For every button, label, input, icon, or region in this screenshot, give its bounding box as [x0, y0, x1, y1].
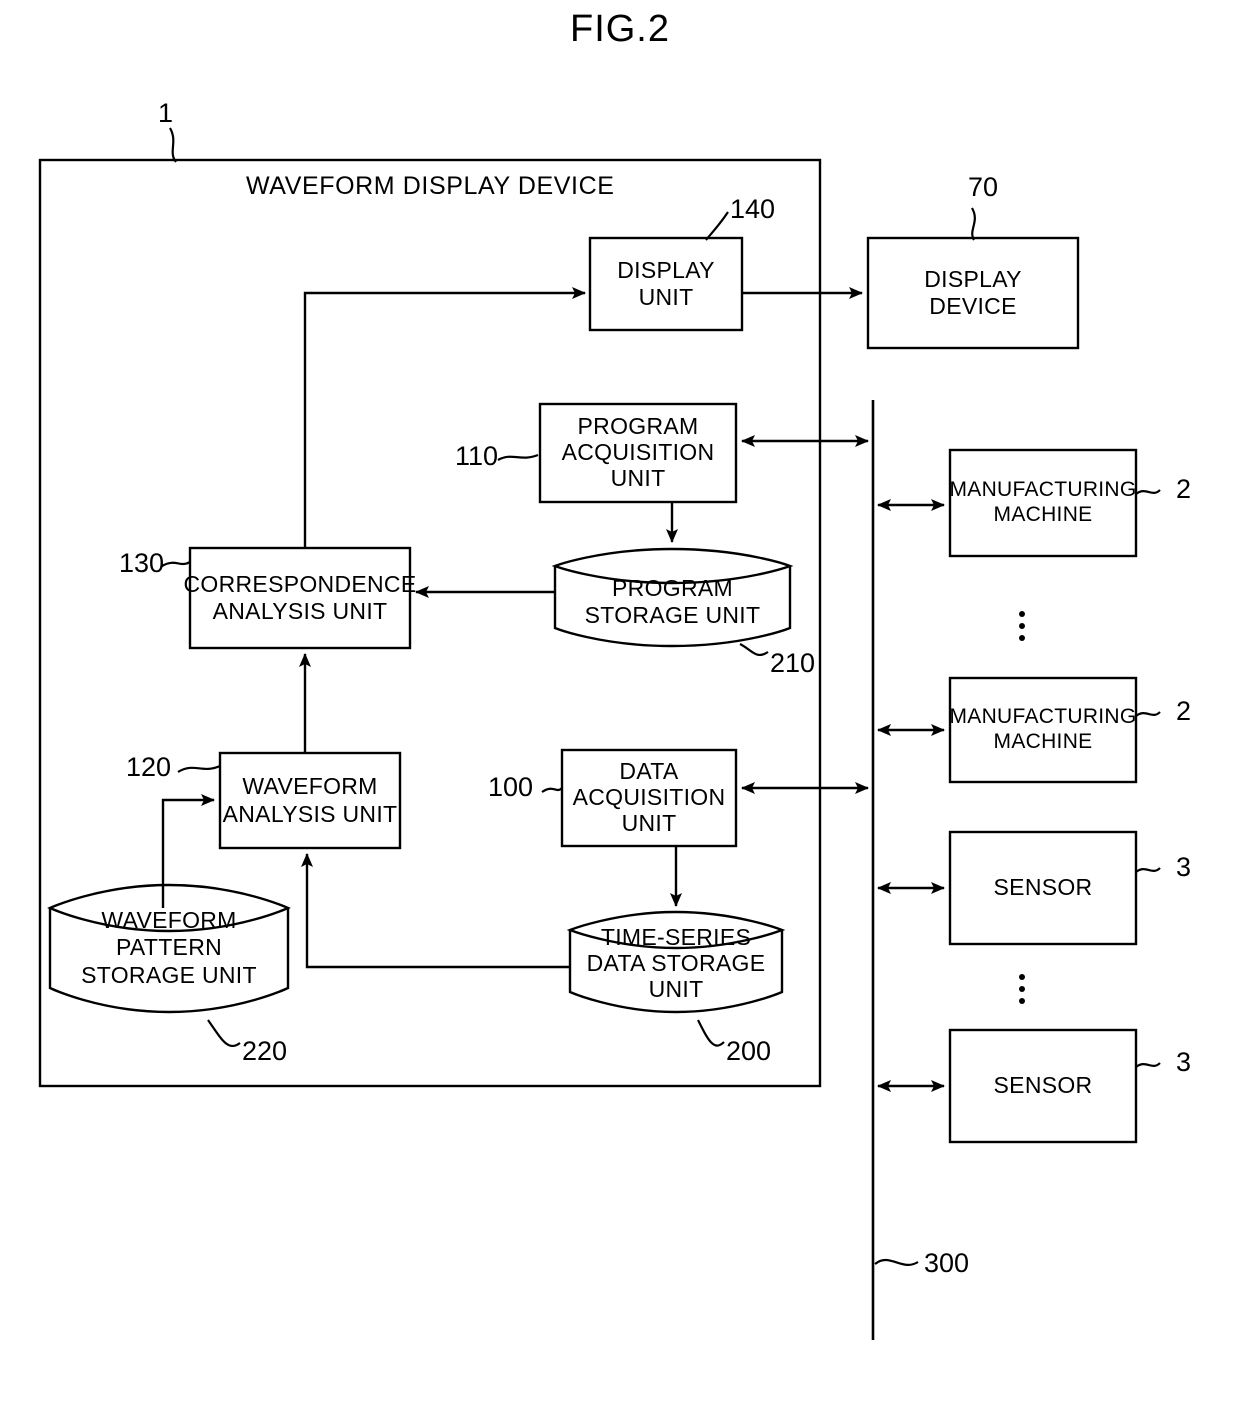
ref-70: 70: [968, 172, 999, 202]
leader-200: [697, 1019, 725, 1047]
sensor-2-label: SENSOR: [993, 1072, 1093, 1099]
display-unit-label: DISPLAY UNIT: [617, 256, 715, 310]
leader-70: [971, 207, 976, 241]
ref-300: 300: [924, 1248, 970, 1278]
time-series-data-storage-unit-label: TIME-SERIES DATA STORAGE UNIT: [586, 924, 766, 1002]
waveform-display-device-title: WAVEFORM DISPLAY DEVICE: [246, 172, 615, 200]
manufacturing-machine-ellipsis: [1019, 605, 1025, 647]
leader-1: [169, 127, 177, 163]
ref-110: 110: [455, 441, 499, 471]
ref-220: 220: [242, 1036, 288, 1066]
manufacturing-machine-2-label: MANUFACTURING MACHINE: [949, 705, 1137, 753]
leader-120: [177, 764, 221, 773]
ref-120: 120: [126, 752, 172, 782]
waveform-analysis-unit-label: WAVEFORM ANALYSIS UNIT: [222, 773, 398, 827]
leader-sensor1-3: [1135, 867, 1161, 873]
ref-sensor-2: 3: [1176, 1047, 1192, 1077]
leader-210: [739, 643, 769, 657]
ref-mm-1: 2: [1176, 474, 1192, 504]
manufacturing-machine-1-label: MANUFACTURING MACHINE: [949, 478, 1137, 526]
display-device-label: DISPLAY DEVICE: [924, 265, 1022, 319]
arrow-time-series-storage-to-waveform-analysis: [301, 853, 570, 969]
ref-210: 210: [770, 648, 816, 678]
leader-140: [705, 211, 729, 241]
leader-100: [541, 787, 563, 793]
arrow-waveform-pattern-storage-to-waveform-analysis: [161, 794, 215, 908]
ref-mm-2: 2: [1176, 696, 1192, 726]
leader-300: [874, 1258, 919, 1266]
ref-sensor-1: 3: [1176, 852, 1192, 882]
data-acquisition-unit-label: DATA ACQUISITION UNIT: [572, 758, 726, 836]
sensor-1-label: SENSOR: [993, 874, 1093, 901]
leader-mm2-2: [1135, 711, 1161, 717]
leader-130: [161, 561, 191, 567]
program-acquisition-unit-label: PROGRAM ACQUISITION UNIT: [561, 413, 715, 491]
correspondence-analysis-unit-label: CORRESPONDENCE ANALYSIS UNIT: [183, 570, 417, 624]
ref-200: 200: [726, 1036, 772, 1066]
leader-sensor2-3: [1135, 1062, 1161, 1068]
waveform-pattern-storage-unit-label: WAVEFORM PATTERN STORAGE UNIT: [81, 907, 257, 988]
leader-220: [207, 1019, 241, 1048]
sensor-ellipsis: [1019, 968, 1025, 1010]
ref-100: 100: [488, 772, 534, 802]
ref-1: 1: [158, 98, 174, 128]
patent-figure-page: FIG.2 WAVEFORM DISPLAY DEVICE 1 140 70 1…: [0, 0, 1240, 1406]
ref-130: 130: [119, 548, 165, 578]
ref-140: 140: [730, 194, 776, 224]
figure-title: FIG.2: [569, 8, 671, 50]
leader-mm1-2: [1135, 489, 1161, 495]
leader-110: [497, 453, 539, 461]
program-storage-unit-label: PROGRAM STORAGE UNIT: [584, 574, 761, 628]
